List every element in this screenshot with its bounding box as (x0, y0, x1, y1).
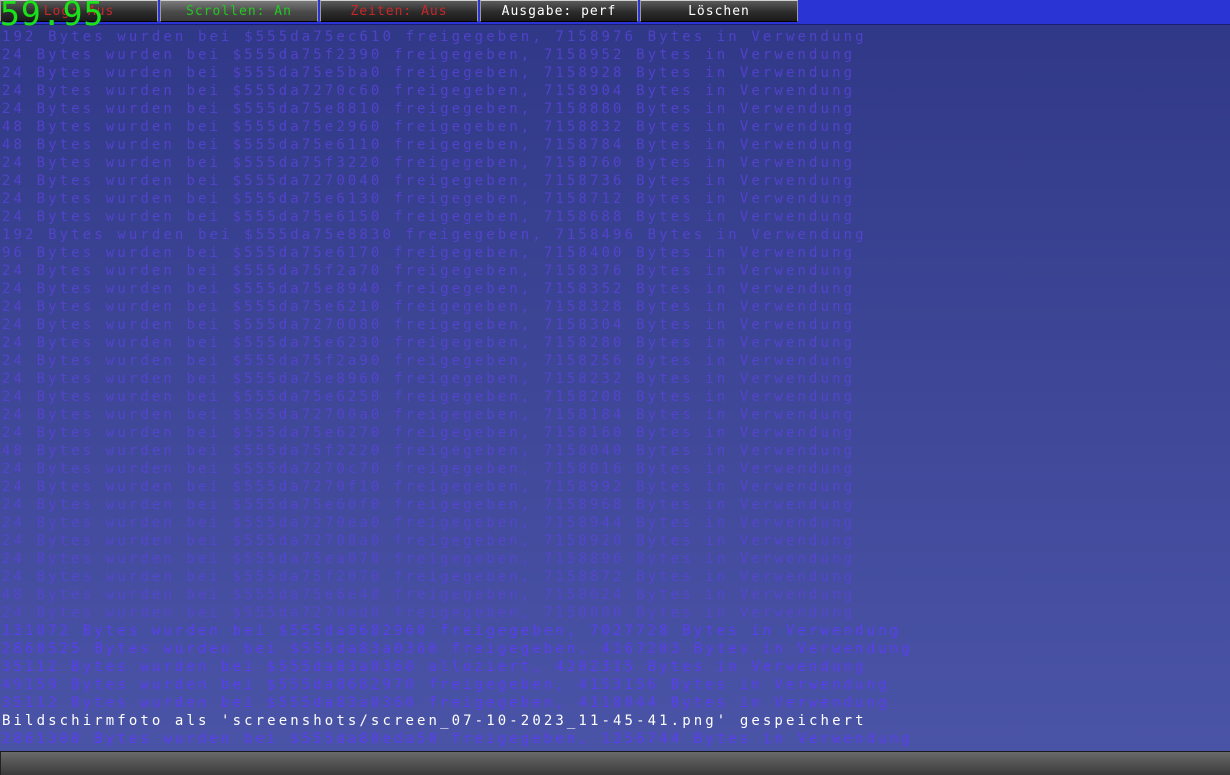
log-line: 35112 Bytes wurden bei $555da83a0360 fre… (2, 695, 890, 711)
log-line: 24 Bytes wurden bei $555da75e8810 freige… (2, 101, 856, 117)
log-line: 24 Bytes wurden bei $555da75e6270 freige… (2, 425, 856, 441)
log-line: 24 Bytes wurden bei $555da75e60f0 freige… (2, 497, 856, 513)
log-line: 192 Bytes wurden bei $555da75e8830 freig… (2, 227, 867, 243)
log-line: 24 Bytes wurden bei $555da75e8960 freige… (2, 371, 856, 387)
scroll-toggle-button[interactable]: Scrollen: An (160, 0, 318, 22)
log-line: 48 Bytes wurden bei $555da75e6110 freige… (2, 137, 856, 153)
log-line: 24 Bytes wurden bei $555da75e6130 freige… (2, 191, 856, 207)
console-log[interactable]: 192 Bytes wurden bei $555da75ec610 freig… (0, 28, 1230, 750)
log-line: 192 Bytes wurden bei $555da75ec610 freig… (2, 29, 867, 45)
log-line: 48 Bytes wurden bei $555da75e6e40 freige… (2, 587, 856, 603)
log-line: 35112 Bytes wurden bei $555da83a0360 all… (2, 659, 867, 675)
log-line: 24 Bytes wurden bei $555da75f2070 freige… (2, 569, 856, 585)
log-line: 24 Bytes wurden bei $555da75e6150 freige… (2, 209, 856, 225)
log-line: 24 Bytes wurden bei $555da7270080 freige… (2, 317, 856, 333)
log-line: 24 Bytes wurden bei $555da7270c70 freige… (2, 461, 856, 477)
command-input-bar (0, 751, 1230, 775)
log-line: 24 Bytes wurden bei $555da75f2a90 freige… (2, 353, 856, 369)
log-line: 24 Bytes wurden bei $555da75e8940 freige… (2, 281, 856, 297)
log-line: 24 Bytes wurden bei $555da7270c60 freige… (2, 83, 856, 99)
log-line: 24 Bytes wurden bei $555da7270040 freige… (2, 173, 856, 189)
log-line: 48 Bytes wurden bei $555da75e2960 freige… (2, 119, 856, 135)
log-line: 24 Bytes wurden bei $555da72708a0 freige… (2, 533, 856, 549)
log-line: 24 Bytes wurden bei $555da7270f10 freige… (2, 479, 856, 495)
log-line: 24 Bytes wurden bei $555da75e6230 freige… (2, 335, 856, 351)
log-line: 24 Bytes wurden bei $555da75e5ba0 freige… (2, 65, 856, 81)
log-line: 48 Bytes wurden bei $555da75f2220 freige… (2, 443, 856, 459)
log-line: 96 Bytes wurden bei $555da75e6170 freige… (2, 245, 856, 261)
clear-button[interactable]: Löschen (640, 0, 798, 22)
log-line: 49159 Bytes wurden bei $555da8682970 fre… (2, 677, 890, 693)
log-line: 131072 Bytes wurden bei $555da8682960 fr… (2, 623, 902, 639)
log-line: 24 Bytes wurden bei $555da75f2390 freige… (2, 47, 856, 63)
log-line: 24 Bytes wurden bei $555da72700a0 freige… (2, 407, 856, 423)
log-line: 24 Bytes wurden bei $555da75f2a70 freige… (2, 263, 856, 279)
log-line: 2860525 Bytes wurden bei $555da83a0360 f… (2, 641, 913, 657)
log-line: 24 Bytes wurden bei $555da75e6250 freige… (2, 389, 856, 405)
log-line: 24 Bytes wurden bei $555da75e6210 freige… (2, 299, 856, 315)
log-line: 24 Bytes wurden bei $555da7270ed0 freige… (2, 605, 856, 621)
log-line: 24 Bytes wurden bei $555da7270ea0 freige… (2, 515, 856, 531)
command-input[interactable] (1, 752, 1230, 775)
log-line: 24 Bytes wurden bei $555da75ea070 freige… (2, 551, 856, 567)
toolbar: Log: Aus Scrollen: An Zeiten: Aus Ausgab… (0, 0, 1230, 33)
times-toggle-button[interactable]: Zeiten: Aus (320, 0, 478, 22)
output-select-button[interactable]: Ausgabe: perf (480, 0, 638, 22)
log-line: 24 Bytes wurden bei $555da75f3220 freige… (2, 155, 856, 171)
log-line: 2861300 Bytes wurden bei $555da80eda50 f… (2, 731, 913, 747)
log-line-screenshot-saved: Bildschirmfoto als 'screenshots/screen_0… (2, 713, 867, 729)
